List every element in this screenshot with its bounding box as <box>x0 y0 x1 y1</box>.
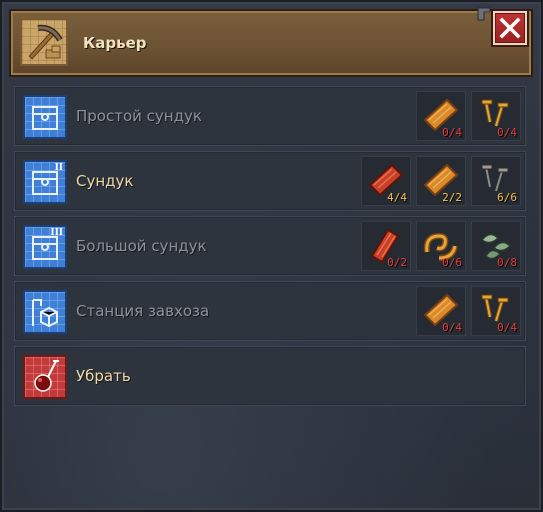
chest-icon <box>23 95 67 139</box>
cost-list: 0/2 0/6 0/8 <box>361 221 521 271</box>
window-header: Карьер <box>9 9 533 77</box>
cost-nails: 0/4 <box>471 286 521 336</box>
item-label: Станция завхоза <box>76 302 210 320</box>
cost-plank: 2/2 <box>416 156 466 206</box>
cost-plank: 0/4 <box>416 286 466 336</box>
cost-count: 6/6 <box>497 191 517 204</box>
cost-nails: 0/4 <box>471 91 521 141</box>
chest-icon: II <box>23 160 67 204</box>
item-label: Убрать <box>76 367 131 385</box>
cost-list: 0/4 0/4 <box>416 91 521 141</box>
close-icon <box>499 17 521 39</box>
item-label: Сундук <box>76 172 134 190</box>
cost-carved-ornament: 0/6 <box>416 221 466 271</box>
list-item-remove[interactable]: Убрать <box>14 346 526 406</box>
list-item-big-chest[interactable]: III Большой сундук 0/2 0/6 0/8 <box>14 216 526 276</box>
cost-count: 0/4 <box>497 321 517 334</box>
tier-badge: II <box>54 163 63 173</box>
cost-count: 2/2 <box>442 191 462 204</box>
corner-ornament-icon <box>477 7 491 21</box>
pickaxe-icon <box>20 18 68 66</box>
list-item-chest[interactable]: II Сундук 4/4 2/2 6/6 <box>14 151 526 211</box>
window-title: Карьер <box>83 34 147 52</box>
cost-count: 0/4 <box>497 126 517 139</box>
list-item-simple-chest[interactable]: Простой сундук 0/4 0/4 <box>14 86 526 146</box>
cost-count: 0/4 <box>442 126 462 139</box>
cost-count: 0/2 <box>387 256 407 269</box>
cost-count: 0/4 <box>442 321 462 334</box>
cost-count: 4/4 <box>387 191 407 204</box>
cost-list: 4/4 2/2 6/6 <box>361 156 521 206</box>
wrecking-ball-icon <box>23 355 67 399</box>
tier-badge: III <box>50 228 63 238</box>
cost-red-plank: 0/2 <box>361 221 411 271</box>
build-list: Простой сундук 0/4 0/4 II Сундук 4/4 2/2… <box>14 86 526 411</box>
chest-icon: III <box>23 225 67 269</box>
close-button[interactable] <box>493 11 527 45</box>
cost-leaves: 0/8 <box>471 221 521 271</box>
item-label: Простой сундук <box>76 107 202 125</box>
item-label: Большой сундук <box>76 237 207 255</box>
cost-plank: 0/4 <box>416 91 466 141</box>
station-icon <box>23 290 67 334</box>
cost-count: 0/8 <box>497 256 517 269</box>
cost-list: 0/4 0/4 <box>416 286 521 336</box>
quarry-build-window: Карьер Простой сундук 0/4 0/4 II Сундук … <box>0 0 543 512</box>
cost-iron-nails: 6/6 <box>471 156 521 206</box>
cost-count: 0/6 <box>442 256 462 269</box>
cost-red-plank: 4/4 <box>361 156 411 206</box>
list-item-supply-station[interactable]: Станция завхоза 0/4 0/4 <box>14 281 526 341</box>
